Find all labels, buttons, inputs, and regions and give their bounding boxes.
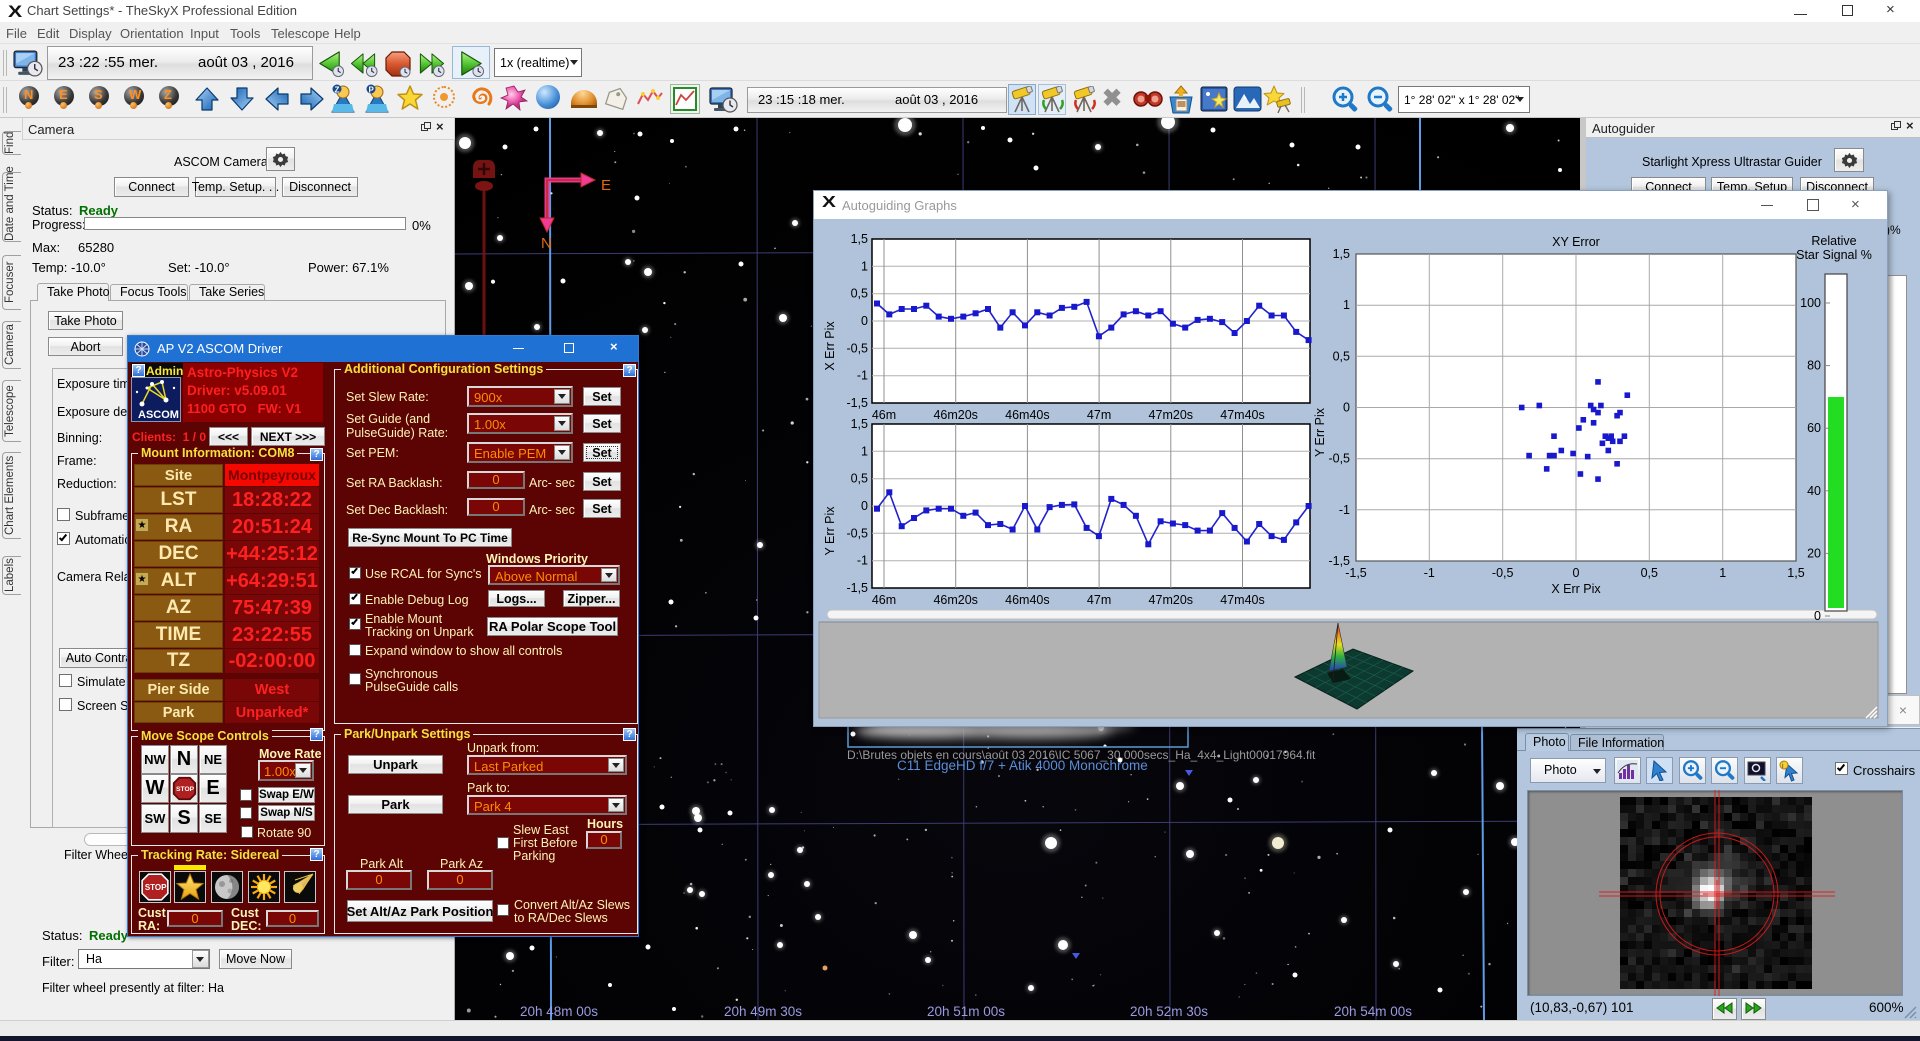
svg-text:0,5: 0,5 xyxy=(1333,349,1350,363)
svg-text:40: 40 xyxy=(1807,484,1821,498)
svg-text:46m40s: 46m40s xyxy=(1005,408,1049,422)
svg-text:46m: 46m xyxy=(872,593,896,607)
svg-text:20: 20 xyxy=(1807,546,1821,560)
svg-text:20h 51m 00s: 20h 51m 00s xyxy=(927,1004,1005,1019)
svg-text:-0,5: -0,5 xyxy=(846,526,868,540)
svg-text:1,5: 1,5 xyxy=(851,417,868,431)
svg-text:-1: -1 xyxy=(1339,503,1350,517)
svg-text:1: 1 xyxy=(1719,566,1726,580)
svg-text:Y Err Pix: Y Err Pix xyxy=(823,506,837,556)
svg-text:-0,5: -0,5 xyxy=(1492,566,1514,580)
svg-text:P: P xyxy=(369,86,375,95)
svg-text:1: 1 xyxy=(861,259,868,273)
svg-text:1: 1 xyxy=(1343,298,1350,312)
svg-text:46m20s: 46m20s xyxy=(933,593,977,607)
svg-text:C11 EdgeHD f/7 + Atik 4000 Mon: C11 EdgeHD f/7 + Atik 4000 Monochrome xyxy=(897,758,1148,773)
svg-text:-1,5: -1,5 xyxy=(1345,566,1367,580)
svg-text:-1: -1 xyxy=(857,554,868,568)
svg-text:47m40s: 47m40s xyxy=(1220,593,1264,607)
svg-text:0,5: 0,5 xyxy=(851,472,868,486)
svg-text:STOP: STOP xyxy=(176,786,195,793)
svg-text:20h 49m 30s: 20h 49m 30s xyxy=(724,1004,802,1019)
svg-text:0,5: 0,5 xyxy=(851,287,868,301)
svg-text:46m20s: 46m20s xyxy=(933,408,977,422)
svg-text:Relative: Relative xyxy=(1811,234,1856,248)
svg-text:0,5: 0,5 xyxy=(1641,566,1658,580)
svg-text:20h 52m 30s: 20h 52m 30s xyxy=(1130,1004,1208,1019)
svg-text:Y Err Pix: Y Err Pix xyxy=(1313,407,1327,457)
svg-text:20h 54m 00s: 20h 54m 00s xyxy=(1334,1004,1412,1019)
svg-text:20h 48m 00s: 20h 48m 00s xyxy=(520,1004,598,1019)
svg-text:47m20s: 47m20s xyxy=(1149,593,1193,607)
svg-text:0: 0 xyxy=(861,314,868,328)
svg-text:1,5: 1,5 xyxy=(1333,247,1350,261)
svg-text:46m: 46m xyxy=(872,408,896,422)
svg-text:0: 0 xyxy=(1573,566,1580,580)
svg-text:60: 60 xyxy=(1807,421,1821,435)
svg-text:47m: 47m xyxy=(1087,408,1111,422)
svg-text:100: 100 xyxy=(1800,296,1821,310)
svg-text:X Err Pix: X Err Pix xyxy=(823,321,837,371)
svg-text:-1: -1 xyxy=(1424,566,1435,580)
svg-text:0: 0 xyxy=(1814,609,1821,623)
svg-text:N: N xyxy=(541,235,552,252)
svg-text:-0,5: -0,5 xyxy=(846,341,868,355)
svg-text:47m20s: 47m20s xyxy=(1149,408,1193,422)
svg-text:0: 0 xyxy=(1343,401,1350,415)
svg-text:-1: -1 xyxy=(857,369,868,383)
svg-text:E: E xyxy=(601,177,611,194)
svg-text:47m40s: 47m40s xyxy=(1220,408,1264,422)
svg-text:-1,5: -1,5 xyxy=(846,581,868,595)
svg-text:-0,5: -0,5 xyxy=(1328,452,1350,466)
svg-text:1,5: 1,5 xyxy=(1787,566,1804,580)
svg-text:-1,5: -1,5 xyxy=(846,396,868,410)
svg-text:46m40s: 46m40s xyxy=(1005,593,1049,607)
svg-text:X Err Pix: X Err Pix xyxy=(1551,582,1601,596)
svg-text:XY Error: XY Error xyxy=(1552,235,1600,249)
svg-text:0: 0 xyxy=(861,499,868,513)
svg-text:47m: 47m xyxy=(1087,593,1111,607)
svg-text:1: 1 xyxy=(861,444,868,458)
svg-text:80: 80 xyxy=(1807,359,1821,373)
svg-text:Star Signal %: Star Signal % xyxy=(1796,248,1872,262)
svg-text:Z: Z xyxy=(335,86,340,95)
svg-text:STOP: STOP xyxy=(145,883,167,892)
svg-text:1,5: 1,5 xyxy=(851,232,868,246)
